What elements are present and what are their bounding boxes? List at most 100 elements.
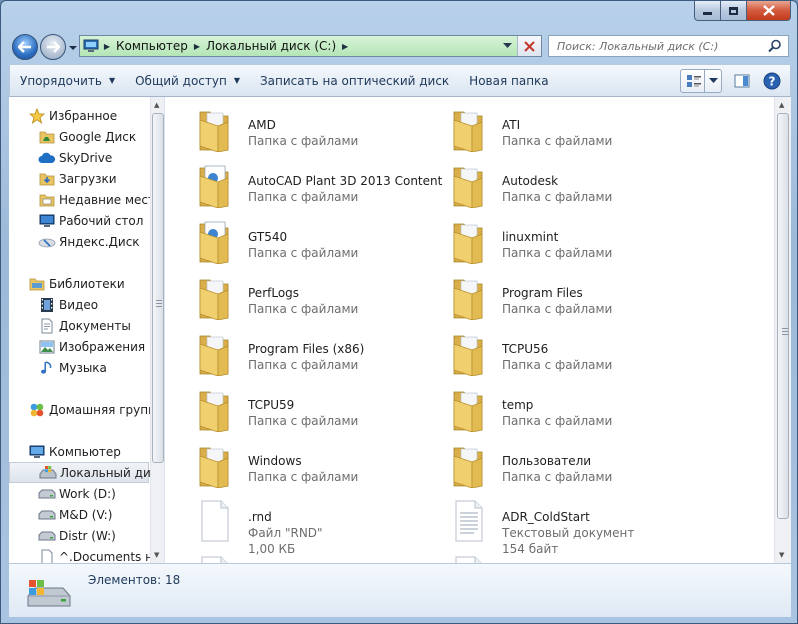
scroll-thumb[interactable] xyxy=(777,113,789,519)
folder-tile[interactable]: AutoCAD Plant 3D 2013 Content Папка с фай… xyxy=(192,159,442,211)
nav-favorites-label: Избранное xyxy=(49,108,118,123)
folder-tile[interactable]: Пользователи Папка с файлами xyxy=(446,439,696,491)
file-type: Папка с файлами xyxy=(248,302,359,316)
breadcrumb-local-disk[interactable]: Локальный диск (C:) xyxy=(202,39,340,53)
nav-homegroup[interactable]: Домашняя группа xyxy=(9,399,163,420)
help-button[interactable]: ? xyxy=(760,69,784,93)
file-type: Папка с файлами xyxy=(502,190,613,204)
nav-google-drive[interactable]: Google Диск xyxy=(9,126,149,147)
scroll-up-icon[interactable]: ▲ xyxy=(154,101,159,109)
file-type: Папка с файлами xyxy=(502,358,613,372)
folder-tile[interactable]: Program Files Папка с файлами xyxy=(446,271,696,323)
scroll-up-icon[interactable]: ▲ xyxy=(779,101,784,109)
forward-button[interactable] xyxy=(40,34,66,60)
folder-tile[interactable]: linuxmint Папка с файлами xyxy=(446,215,696,267)
nav-libraries[interactable]: Библиотеки xyxy=(9,273,149,294)
system-drive-icon xyxy=(27,580,71,607)
scroll-down-icon[interactable]: ▼ xyxy=(779,551,784,559)
folder-tile[interactable]: ATI Папка с файлами xyxy=(446,103,696,155)
folder-tile[interactable]: Windows Папка с файлами xyxy=(192,439,442,491)
nav-pictures[interactable]: Изображения xyxy=(9,336,149,357)
nav-documents[interactable]: Документы xyxy=(9,315,149,336)
folder-tile[interactable]: GT540 Папка с файлами xyxy=(192,215,442,267)
file-tile[interactable]: ADR_ColdStart Текстовый документ 154 байт xyxy=(446,495,696,556)
folder-google-drive-icon xyxy=(37,128,57,146)
recent-places-icon xyxy=(37,191,57,209)
breadcrumb-arrow[interactable]: ▶ xyxy=(102,42,112,51)
file-name: Program Files xyxy=(502,286,583,300)
recent-pages-dropdown[interactable] xyxy=(68,42,78,52)
nav-favorites[interactable]: Избранное xyxy=(9,105,149,126)
documents-icon xyxy=(37,317,57,335)
document-icon xyxy=(37,548,57,563)
maximize-button[interactable] xyxy=(721,1,747,21)
nav-local-disk-c[interactable]: Локальный диск (C:) xyxy=(9,462,164,483)
file-name: AMD xyxy=(248,118,276,132)
breadcrumb-arrow[interactable]: ▶ xyxy=(340,42,350,51)
change-view-button[interactable] xyxy=(680,69,722,93)
new-folder-button[interactable]: Новая папка xyxy=(459,69,558,93)
help-icon: ? xyxy=(763,72,781,90)
address-history-dropdown[interactable] xyxy=(499,36,515,56)
folder-tile[interactable]: TCPU59 Папка с файлами xyxy=(192,383,442,435)
nav-computer[interactable]: Компьютер xyxy=(9,441,149,462)
folder-tile[interactable]: TCPU56 Папка с файлами xyxy=(446,327,696,379)
nav-skydrive[interactable]: SkyDrive xyxy=(9,147,149,168)
close-button[interactable] xyxy=(747,1,791,21)
file-list-scrollbar[interactable]: ▲ ▼ xyxy=(774,97,791,563)
folder-tile[interactable]: Autodesk Папка с файлами xyxy=(446,159,696,211)
search-input[interactable] xyxy=(549,37,759,55)
folder-tile[interactable]: Program Files (x86) Папка с файлами xyxy=(192,327,442,379)
scroll-thumb[interactable] xyxy=(152,113,164,463)
burn-button[interactable]: Записать на оптический диск xyxy=(250,69,459,93)
file-type: Папка с файлами xyxy=(502,470,613,484)
command-bar: Упорядочить ▼ Общий доступ ▼ Записать на о… xyxy=(9,64,791,97)
nav-desktop[interactable]: Рабочий стол xyxy=(9,210,149,231)
yandex-disk-icon xyxy=(37,233,57,251)
view-tiles-icon xyxy=(687,75,701,87)
navigation-scrollbar[interactable]: ▲ ▼ xyxy=(150,97,164,563)
file-type: Папка с файлами xyxy=(502,302,613,316)
preview-pane-button[interactable] xyxy=(730,69,754,93)
nav-item-label: Музыка xyxy=(59,360,107,375)
file-tile[interactable]: wubildr xyxy=(192,551,442,563)
tile-text: GT540 Папка с файлами xyxy=(220,215,358,261)
nav-videos[interactable]: Видео xyxy=(9,294,149,315)
nav-network-documents[interactable]: ^.Documents на xyxy=(9,546,160,563)
nav-drive-d[interactable]: Work (D:) xyxy=(9,483,149,504)
file-tile[interactable]: .rnd Файл "RND" 1,00 КБ xyxy=(192,495,442,556)
nav-item-label: Изображения xyxy=(59,339,146,354)
minimize-button[interactable] xyxy=(694,1,721,21)
tile-text: Пользователи Папка с файлами xyxy=(474,439,612,485)
folder-tile[interactable]: PerfLogs Папка с файлами xyxy=(192,271,442,323)
view-controls: ? xyxy=(680,69,784,93)
nav-item-label: M&D (V:) xyxy=(59,507,113,522)
folder-tile[interactable]: AMD Папка с файлами xyxy=(192,103,442,155)
share-button[interactable]: Общий доступ ▼ xyxy=(125,69,250,93)
nav-recent-places[interactable]: Недавние места xyxy=(9,189,162,210)
nav-item-label: Рабочий стол xyxy=(59,213,144,228)
nav-music[interactable]: Музыка xyxy=(9,357,149,378)
search-box[interactable] xyxy=(548,35,789,57)
pictures-icon xyxy=(37,338,57,356)
folder-tile[interactable]: temp Папка с файлами xyxy=(446,383,696,435)
nav-drive-w[interactable]: Distr (W:) xyxy=(9,525,149,546)
scroll-down-icon[interactable]: ▼ xyxy=(154,551,159,559)
nav-downloads[interactable]: Загрузки xyxy=(9,168,149,189)
search-icon[interactable] xyxy=(768,39,782,53)
file-tile[interactable]: wubildr.mbr xyxy=(446,551,696,563)
file-name: Autodesk xyxy=(502,174,559,188)
breadcrumb-computer[interactable]: Компьютер xyxy=(112,39,192,53)
chevron-down-icon: ▼ xyxy=(108,76,116,85)
nav-drive-v[interactable]: M&D (V:) xyxy=(9,504,149,525)
address-bar[interactable]: ▶ Компьютер ▶ Локальный диск (C:) ▶ xyxy=(79,35,542,57)
system-drive-icon xyxy=(38,464,58,482)
back-button[interactable] xyxy=(12,34,38,60)
tile-text: ATI Папка с файлами xyxy=(474,103,612,149)
file-name: Windows xyxy=(248,454,302,468)
breadcrumb-arrow[interactable]: ▶ xyxy=(192,42,202,51)
tile-text: TCPU59 Папка с файлами xyxy=(220,383,358,429)
organize-button[interactable]: Упорядочить ▼ xyxy=(10,69,125,93)
nav-yandex-disk[interactable]: Яндекс.Диск xyxy=(9,231,149,252)
stop-button[interactable] xyxy=(517,36,541,56)
